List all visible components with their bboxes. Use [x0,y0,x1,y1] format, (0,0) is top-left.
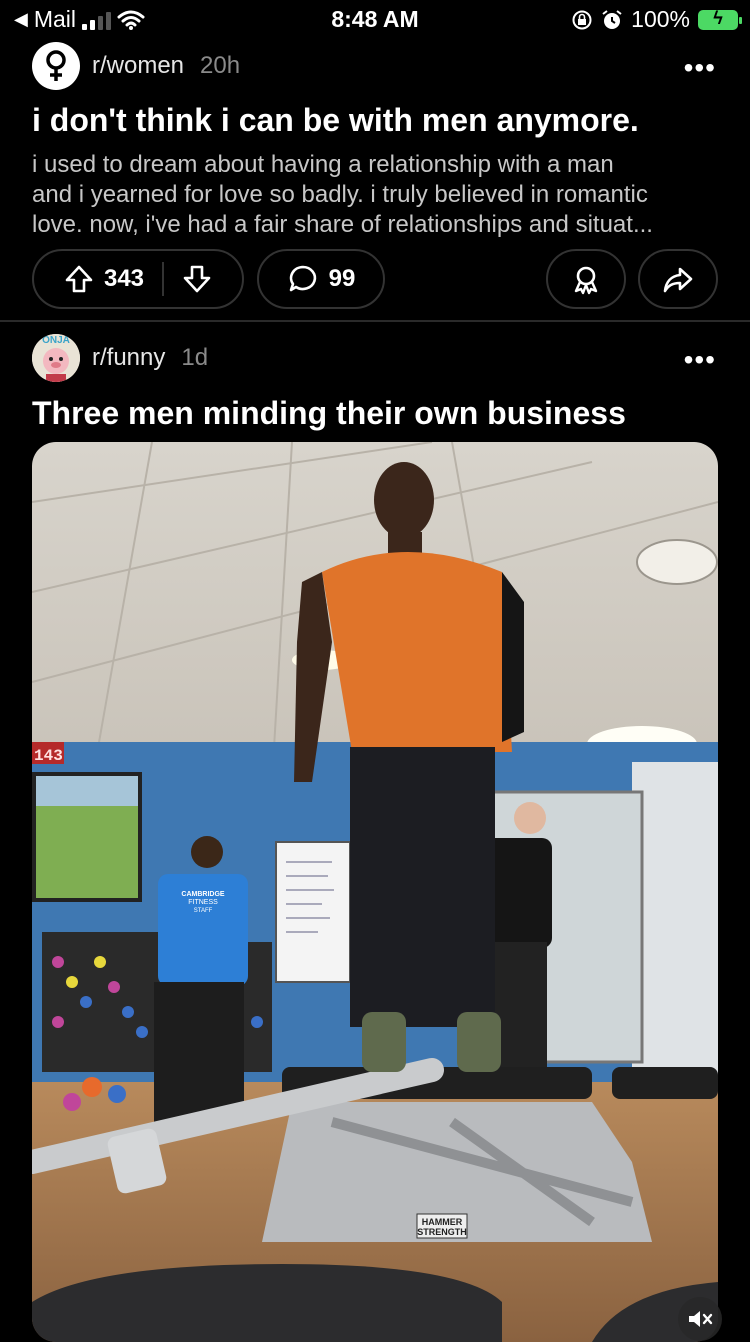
subreddit-avatar-funny[interactable]: ONJA [32,334,80,382]
post2-subreddit[interactable]: r/funny [92,344,165,372]
scoreboard-number: 143 [34,747,63,765]
speaker-muted-icon [689,1311,713,1327]
post1-subreddit[interactable]: r/women [92,52,184,80]
bench-brand-line: STRENGTH [417,1227,467,1237]
post1-award-button[interactable] [546,249,626,309]
post1-vote-pill: 343 [32,249,244,309]
post1-header: r/women 20h [32,42,240,90]
shirt-text-line: FITNESS [188,899,218,906]
post1-more-options-icon[interactable]: ••• [684,52,716,84]
post1-body[interactable]: i used to dream about having a relations… [32,150,722,240]
upvote-icon[interactable] [64,264,94,294]
post2-more-options-icon[interactable]: ••• [684,344,716,376]
post1-title[interactable]: i don't think i can be with men anymore. [32,102,639,139]
award-icon [574,266,598,295]
subreddit-avatar-women[interactable] [32,42,80,90]
post1-comment-count: 99 [328,265,356,292]
post1-body-line: i used to dream about having a relations… [32,151,614,178]
avatar-text: ONJA [42,335,70,346]
post1-age: 20h [200,52,241,79]
post2-video[interactable]: 143 CAMBRIDGE FITNESS STAFF HAMMER STREN… [32,442,718,1342]
rotation-lock-icon [572,10,592,29]
post-divider [0,320,750,322]
battery-icon: ϟ [698,8,742,30]
share-arrow-icon [663,267,693,293]
post1-comments-button[interactable]: 99 [257,249,385,309]
gym-video-frame: 143 CAMBRIDGE FITNESS STAFF HAMMER STREN… [32,442,718,1342]
post1-body-line: love. now, i've had a fair share of rela… [32,211,653,238]
post1-share-button[interactable] [638,249,718,309]
bench-brand-line: HAMMER [422,1217,463,1227]
post2-header: ONJA r/funny 1d [32,334,208,382]
mute-toggle-button[interactable] [678,1297,722,1341]
comment-bubble-icon [289,265,316,292]
status-bar: ◀ Mail 8:48 AM 100% ϟ [0,0,750,40]
post1-upvote-count: 343 [103,265,145,292]
post2-title[interactable]: Three men minding their own business [32,395,626,432]
alarm-icon [602,9,622,29]
female-symbol-icon [46,50,66,81]
vote-divider [162,262,165,296]
post1-body-line: and i yearned for love so badly. i truly… [32,181,648,208]
shirt-text-line: STAFF [194,908,213,914]
battery-percent: 100% [631,6,690,32]
shirt-text-line: CAMBRIDGE [181,891,224,898]
post2-age: 1d [181,344,209,371]
downvote-icon[interactable] [182,264,212,294]
